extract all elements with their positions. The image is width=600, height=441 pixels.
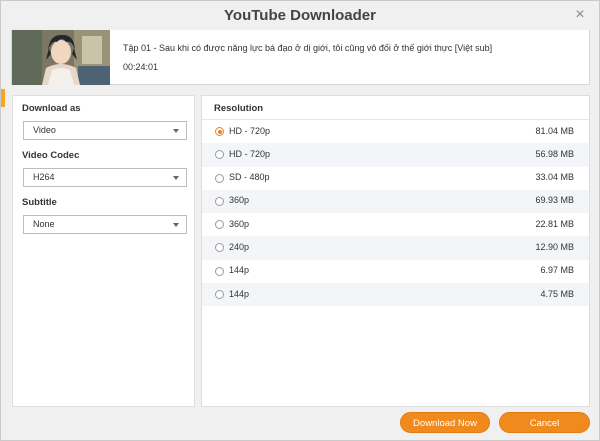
resolution-label: 144p [229, 288, 250, 299]
video-title: Tập 01 - Sau khi có được năng lực bá đạo… [123, 43, 493, 53]
resolution-radio[interactable] [215, 220, 224, 230]
resolution-radio[interactable] [215, 150, 224, 160]
cancel-button[interactable]: Cancel [499, 412, 590, 433]
resolution-size: 33.04 MB [535, 172, 574, 183]
resolution-label: 144p [229, 265, 250, 276]
resolution-row[interactable]: 360p 22.81 MB [202, 213, 589, 236]
resolution-size: 4.75 MB [540, 288, 574, 299]
download-as-value: Video [33, 125, 56, 135]
close-icon[interactable]: × [571, 6, 589, 24]
resolution-label: HD - 720p [229, 148, 271, 159]
chevron-down-icon [173, 223, 179, 227]
chevron-down-icon [173, 176, 179, 180]
thumbnail-image [12, 30, 110, 85]
youtube-downloader-dialog: YouTube Downloader × Tập 01 - Sau khi có… [0, 0, 600, 441]
download-as-select[interactable]: Video [23, 121, 187, 140]
title-bar: YouTube Downloader × [1, 1, 599, 30]
side-accent [1, 89, 5, 107]
resolution-header: Resolution [214, 103, 264, 114]
video-thumbnail [12, 30, 110, 85]
resolution-radio[interactable] [215, 290, 224, 300]
resolution-size: 69.93 MB [535, 195, 574, 206]
resolution-radio[interactable] [215, 196, 224, 206]
resolution-row[interactable]: 360p 69.93 MB [202, 189, 589, 214]
resolution-radio[interactable] [215, 266, 224, 276]
options-panel: Download as Video Video Codec H264 Subti… [12, 95, 195, 407]
subtitle-value: None [33, 219, 55, 229]
video-info: Tập 01 - Sau khi có được năng lực bá đạo… [11, 30, 590, 85]
resolution-panel: Resolution HD - 720p 81.04 MB HD - 720p 56.… [201, 95, 590, 407]
resolution-size: 12.90 MB [535, 241, 574, 252]
resolution-row[interactable]: HD - 720p 81.04 MB [202, 120, 589, 143]
resolution-radio[interactable] [215, 127, 224, 136]
video-codec-label: Video Codec [22, 150, 80, 161]
video-codec-select[interactable]: H264 [23, 168, 187, 187]
resolution-row[interactable]: 144p 6.97 MB [202, 260, 589, 283]
download-now-button[interactable]: Download Now [400, 412, 490, 433]
resolution-size: 56.98 MB [535, 148, 574, 159]
resolution-size: 6.97 MB [540, 265, 574, 276]
video-duration: 00:24:01 [123, 62, 159, 72]
resolution-row[interactable]: SD - 480p 33.04 MB [202, 167, 589, 190]
subtitle-label: Subtitle [22, 197, 57, 208]
resolution-label: HD - 720p [229, 125, 271, 136]
resolution-label: 240p [229, 241, 250, 252]
resolution-row[interactable]: 240p 12.90 MB [202, 236, 589, 260]
subtitle-select[interactable]: None [23, 215, 187, 234]
resolution-label: SD - 480p [229, 172, 270, 183]
dialog-title: YouTube Downloader [224, 7, 376, 24]
chevron-down-icon [173, 129, 179, 133]
resolution-row[interactable]: HD - 720p 56.98 MB [202, 143, 589, 167]
resolution-row[interactable]: 144p 4.75 MB [202, 283, 589, 307]
video-codec-value: H264 [33, 172, 55, 182]
resolution-label: 360p [229, 218, 250, 229]
resolution-list: HD - 720p 81.04 MB HD - 720p 56.98 MB SD - 4… [202, 120, 589, 307]
resolution-label: 360p [229, 195, 250, 206]
resolution-size: 22.81 MB [535, 218, 574, 229]
download-as-label: Download as [22, 103, 81, 114]
resolution-radio[interactable] [215, 173, 224, 183]
resolution-size: 81.04 MB [535, 125, 574, 136]
resolution-radio[interactable] [215, 243, 224, 253]
